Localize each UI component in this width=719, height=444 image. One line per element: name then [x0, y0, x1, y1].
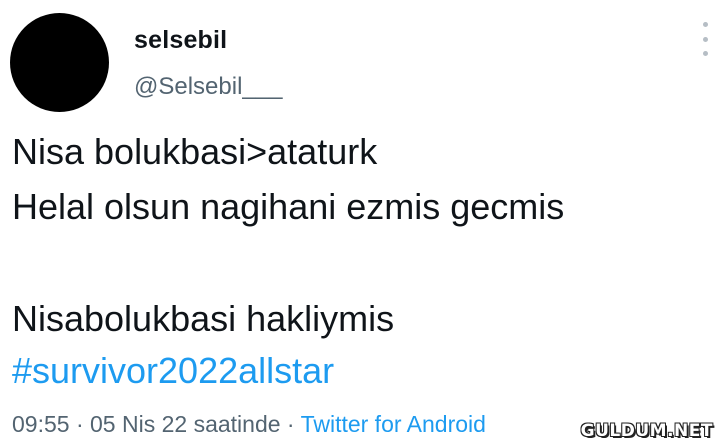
author-display-name[interactable]: selsebil: [134, 26, 227, 55]
more-vertical-icon[interactable]: [700, 22, 710, 56]
author-handle[interactable]: @Selsebil___: [134, 73, 282, 101]
tweet-meta: 09:55 · 05 Nis 22 saatinde · Twitter for…: [12, 411, 486, 438]
tweet-time[interactable]: 09:55: [12, 411, 70, 437]
tweet-text-line: Nisa bolukbasi>ataturk: [12, 131, 378, 172]
watermark-logo: GULDUM.NET: [580, 421, 713, 441]
tweet-text-line: Helal olsun nagihani ezmis gecmis: [12, 186, 565, 227]
avatar[interactable]: [10, 13, 109, 112]
more-dot: [702, 36, 708, 42]
tweet-card: selsebil @Selsebil___ Nisa bolukbasi>ata…: [0, 0, 719, 444]
more-dot: [702, 51, 708, 56]
meta-separator: ·: [69, 411, 91, 437]
hashtag-link[interactable]: #survivor2022allstar: [12, 350, 334, 392]
tweet-source-link[interactable]: Twitter for Android: [301, 411, 486, 437]
tweet-text-line: Nisabolukbasi hakliymis: [12, 298, 395, 339]
tweet-date[interactable]: 05 Nis 22 saatinde: [90, 411, 281, 437]
meta-separator: ·: [280, 411, 301, 437]
more-dot: [702, 22, 708, 27]
